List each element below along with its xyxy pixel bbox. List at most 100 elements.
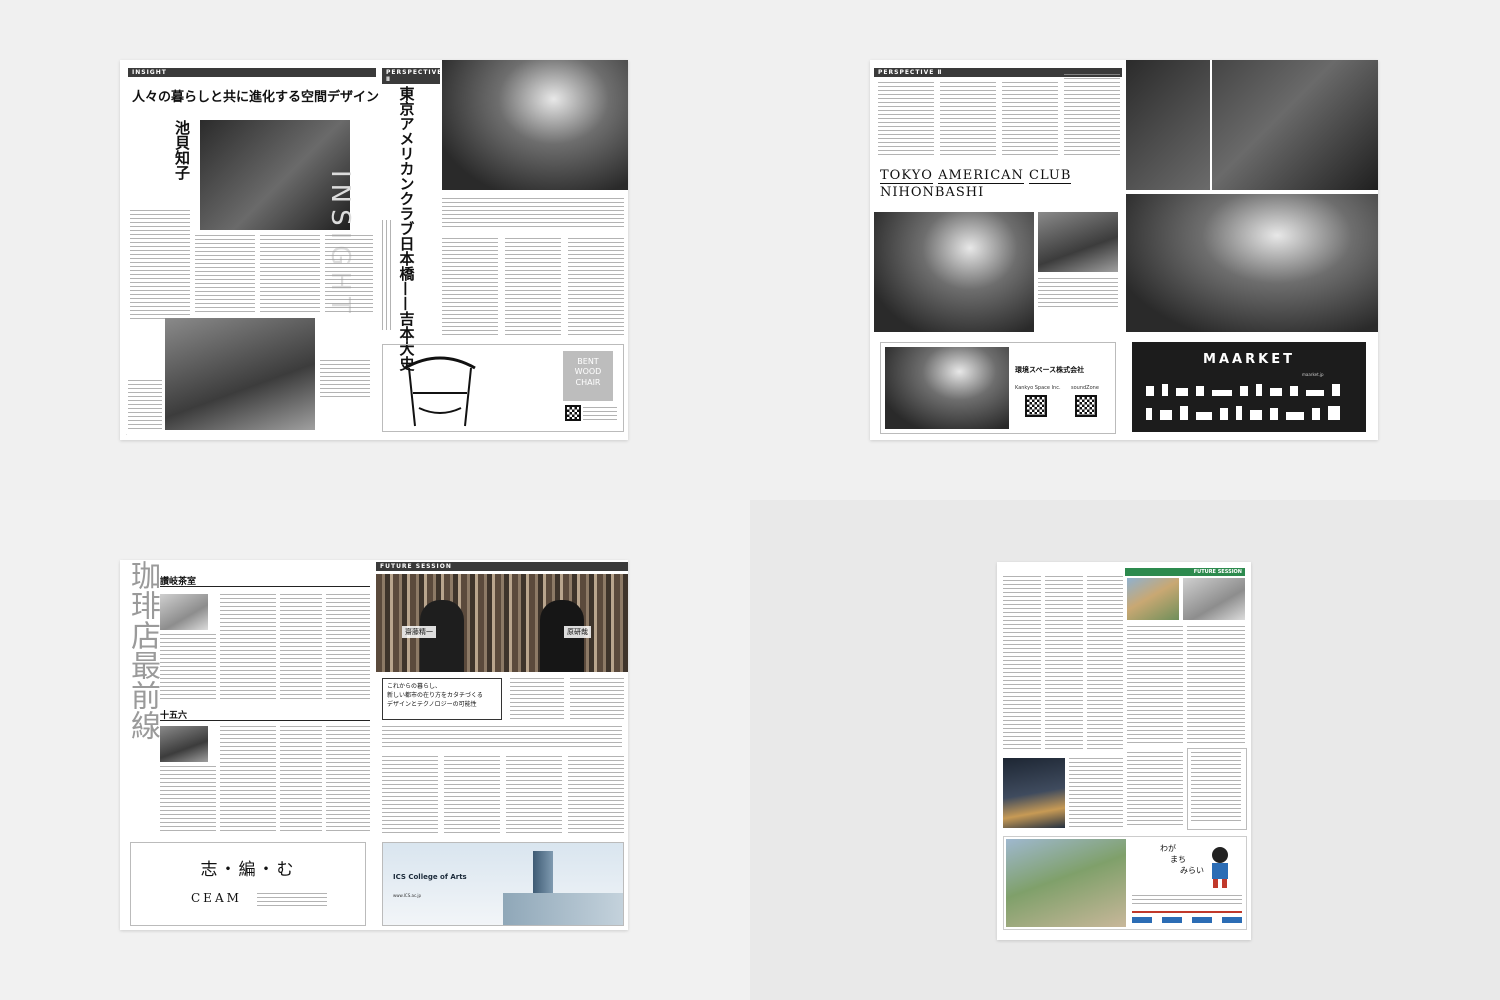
ics-ad-url: www.ICS.ac.jp: [393, 893, 422, 898]
bentwood-chair-icon: [404, 356, 476, 427]
furniture-silhouettes-icon: [1146, 384, 1340, 420]
kankyo-space-company-sub: Kankyo Space Inc.: [1015, 385, 1061, 391]
perspective-subline: [382, 220, 394, 330]
club-photo-divider: [1210, 60, 1212, 190]
club-body-col3: [1002, 82, 1058, 157]
club-name-word-tokyo: TOKYO: [880, 168, 933, 184]
magazine-spread-coffee: 珈琲店最前線 讃岐茶室 十五六 志・編・む CEAM FUTURE SESSIO…: [120, 560, 628, 930]
town-ad-sponsor-logos: [1132, 917, 1242, 923]
club-corridor-photo: [1038, 212, 1118, 272]
town-ad-fineprint: [1132, 895, 1242, 907]
chair-ad-label-box: BENT WOOD CHAIR: [563, 351, 613, 401]
chair-ad-qr-icon: [565, 405, 581, 421]
quadrant-coffee-spread: 珈琲店最前線 讃岐茶室 十五六 志・編・む CEAM FUTURE SESSIO…: [0, 500, 750, 1000]
club-body-col2: [940, 82, 996, 157]
session-lead-text: [382, 726, 622, 750]
future-body-col7: [1127, 752, 1183, 828]
town-ad-slogan-1: わが: [1160, 844, 1176, 853]
shop2-photo: [160, 726, 208, 762]
future-session-band: FUTURE SESSION: [1125, 568, 1245, 576]
mascot-robot-icon: [1212, 847, 1228, 888]
future-photo-night-building: [1003, 758, 1065, 828]
quadrant-perspective-spread: PERSPECTIVE Ⅱ TOKYO AMERICAN CLUB NIHONB…: [750, 0, 1500, 500]
future-body-col1: [1003, 576, 1041, 752]
shop2-text-col4: [326, 726, 370, 832]
club-name-word-american: AMERICAN: [938, 168, 1024, 184]
shop1-text-col2: [220, 594, 276, 702]
kankyo-space-ad-photo: [885, 347, 1009, 429]
future-profile-text: [1191, 752, 1241, 824]
town-ad-slogan-3: みらい: [1180, 866, 1204, 876]
session-heading-line2: 新しい都市の在り方をカタチづくる: [387, 692, 483, 699]
soundzone-qr-icon: [1075, 395, 1097, 417]
person-right-name: 原研哉: [564, 626, 591, 638]
author-name: 池貝知子: [173, 120, 191, 180]
insight-body-text-col1: [130, 210, 190, 320]
town-ad: わが まち みらい: [1003, 836, 1247, 930]
future-body-col2: [1045, 576, 1083, 752]
town-ad-red-line: [1132, 911, 1242, 913]
session-body-col4: [568, 756, 624, 834]
session-portrait-photo: [376, 574, 628, 672]
club-body-col1: [878, 82, 934, 157]
shop1-rule: [160, 586, 370, 587]
chair-ad-line3: CHAIR: [575, 377, 601, 387]
chair-ad-fineprint: [583, 407, 617, 421]
session-body-col-b: [570, 678, 624, 720]
maarket-url: maarket.jp: [1302, 372, 1324, 377]
session-heading-line1: これからの暮らし、: [387, 683, 442, 690]
future-photo-art: [1183, 578, 1245, 620]
insight-photo-shop: [165, 318, 315, 430]
insight-headline: 人々の暮らしと共に進化する空間デザイン: [132, 90, 380, 105]
club-meeting-photo: [1126, 194, 1378, 332]
perspective-body-col2: [505, 238, 561, 338]
kankyo-space-ad: 環境スペース株式会社 Kankyo Space Inc. soundZone: [880, 342, 1116, 434]
perspective-title-text: 東京アメリカンクラブ日本橋: [397, 86, 416, 281]
town-ad-photo: [1006, 839, 1126, 927]
series-title: 珈琲店最前線: [125, 560, 160, 740]
club-name-line1: TOKYO AMERICAN CLUB: [880, 168, 1072, 185]
shop2-text-col3: [280, 726, 322, 832]
insight-body-text-col2: [195, 235, 255, 315]
shop2-text-col1: [160, 766, 216, 832]
shop2-rule: [160, 720, 370, 721]
shop1-text-col3: [280, 594, 322, 702]
club-dining-photo: [1126, 60, 1378, 190]
perspective-band: PERSPECTIVE Ⅱ: [382, 68, 441, 84]
maarket-logo: MAARKET: [1203, 352, 1295, 367]
town-ad-slogan: わが まち みらい: [1160, 843, 1204, 877]
person-left-name: 齋藤精一: [402, 626, 436, 638]
town-ad-slogan-2: まち: [1170, 855, 1186, 865]
insight-body-text-col4: [325, 235, 373, 315]
shop1-text-col4: [326, 594, 370, 702]
shop2-text-col2: [220, 726, 276, 832]
session-body-col2: [444, 756, 500, 834]
club-name: TOKYO AMERICAN CLUB NIHONBASHI: [880, 168, 1072, 202]
future-body-col6: [1069, 758, 1123, 828]
chair-ad-line1: BENT: [577, 357, 599, 366]
insight-note-text: [320, 360, 370, 400]
perspective-body-col1: [442, 238, 498, 338]
future-body-col3: [1087, 576, 1123, 752]
ceam-ad: 志・編・む CEAM: [130, 842, 366, 926]
session-heading-box: これからの暮らし、 新しい都市の在り方をカタチづくる デザインとテクノロジーの可…: [382, 678, 502, 720]
chair-ad-line2: WOOD: [574, 367, 602, 377]
maarket-ad: MAARKET maarket.jp: [1132, 342, 1366, 432]
future-session-band: FUTURE SESSION: [376, 562, 628, 571]
perspective-body-col3: [568, 238, 624, 338]
club-caption-text: [1038, 278, 1118, 308]
ceam-ad-en: CEAM: [191, 891, 242, 905]
shop1-photo: [160, 594, 208, 630]
ceam-ad-jp: 志・編・む: [200, 860, 296, 880]
kankyo-space-qr-icon: [1025, 395, 1047, 417]
shop1-text-col1: [160, 634, 216, 702]
future-body-col4: [1127, 626, 1183, 746]
club-lounge-photo: [874, 212, 1034, 332]
magazine-spread-future: FUTURE SESSION わが まち みらい: [997, 562, 1251, 940]
ceam-ad-fineprint: [257, 893, 327, 909]
insight-body-text-col3: [260, 235, 320, 315]
perspective-bar-photo: [442, 60, 628, 190]
session-body-col1: [382, 756, 438, 834]
club-body-col4: [1064, 74, 1120, 157]
ics-ad-name: ICS College of Arts: [393, 873, 467, 881]
